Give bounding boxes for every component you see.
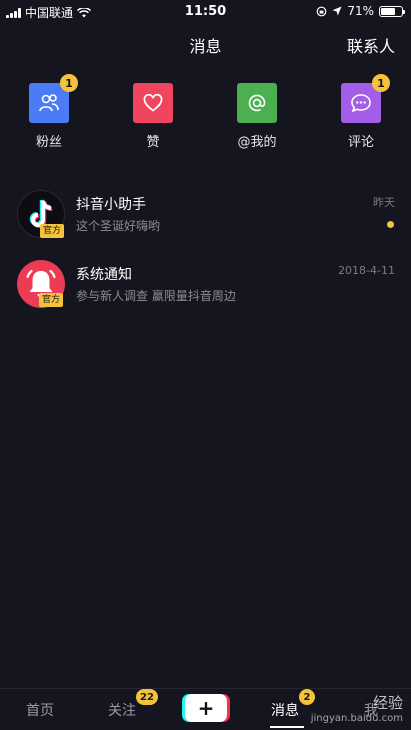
at-icon (248, 94, 266, 112)
fans-badge: 1 (60, 74, 78, 92)
rotation-lock-icon (316, 6, 327, 16)
category-comments[interactable]: 1 评论 (331, 74, 391, 150)
avatar: 官方 (17, 260, 65, 308)
category-label: 评论 (347, 135, 374, 150)
tab-home[interactable]: 首页 (26, 700, 54, 720)
comments-tile: 1 (341, 74, 390, 123)
message-name: 抖音小助手 (76, 197, 146, 213)
battery-percent: 71% (347, 4, 374, 18)
official-badge: 官方 (40, 224, 64, 238)
heart-icon (143, 94, 163, 112)
comments-badge: 1 (372, 74, 390, 92)
category-fans[interactable]: 1 粉丝 (19, 74, 79, 150)
category-label: @我的 (237, 135, 277, 150)
tab-follow-label: 关注 (108, 703, 136, 719)
mentions-tile (237, 83, 277, 123)
message-item-assistant[interactable]: 官方 抖音小助手 这个圣诞好嗨哟 昨天 (0, 190, 411, 258)
message-preview: 参与新人调查 赢限量抖音周边 (76, 289, 236, 303)
tab-follow[interactable]: 关注 22 (108, 689, 158, 720)
message-item-system[interactable]: 官方 系统通知 参与新人调查 赢限量抖音周边 2018-4-11 (0, 260, 411, 328)
watermark: 经验 jingyan.baidu.com (311, 692, 403, 724)
message-name: 系统通知 (76, 267, 132, 283)
category-likes[interactable]: 赞 (123, 83, 183, 150)
tab-messages[interactable]: 消息 2 (271, 689, 315, 720)
fans-icon (39, 94, 59, 112)
message-preview: 这个圣诞好嗨哟 (76, 219, 161, 233)
likes-tile (133, 83, 173, 123)
avatar: 官方 (17, 190, 65, 238)
official-badge: 官方 (39, 293, 64, 307)
category-label: 赞 (146, 135, 160, 150)
add-button[interactable]: + (185, 694, 227, 722)
fans-tile: 1 (29, 74, 78, 123)
battery-fill (381, 7, 396, 15)
watermark-url: jingyan.baidu.com (310, 713, 403, 724)
tab-messages-label: 消息 (271, 703, 299, 719)
category-label: 粉丝 (35, 135, 62, 150)
unread-dot (387, 221, 394, 228)
tab-bar: 首页 关注 22 + 消息 2 我 经验 jingyan.baidu.com (0, 688, 411, 730)
location-icon (332, 6, 342, 16)
message-time: 昨天 (373, 196, 395, 209)
watermark-brand: 经验 (372, 694, 403, 712)
category-mentions[interactable]: @我的 (227, 83, 287, 150)
status-bar: 中国联通 11:50 71% (0, 0, 411, 22)
comment-icon (351, 94, 371, 113)
active-tab-indicator (270, 726, 304, 728)
follow-badge: 22 (136, 689, 158, 705)
message-time: 2018-4-11 (338, 264, 395, 277)
battery-icon (379, 5, 405, 17)
contacts-button[interactable]: 联系人 (347, 33, 395, 57)
status-right: 71% (316, 4, 405, 18)
